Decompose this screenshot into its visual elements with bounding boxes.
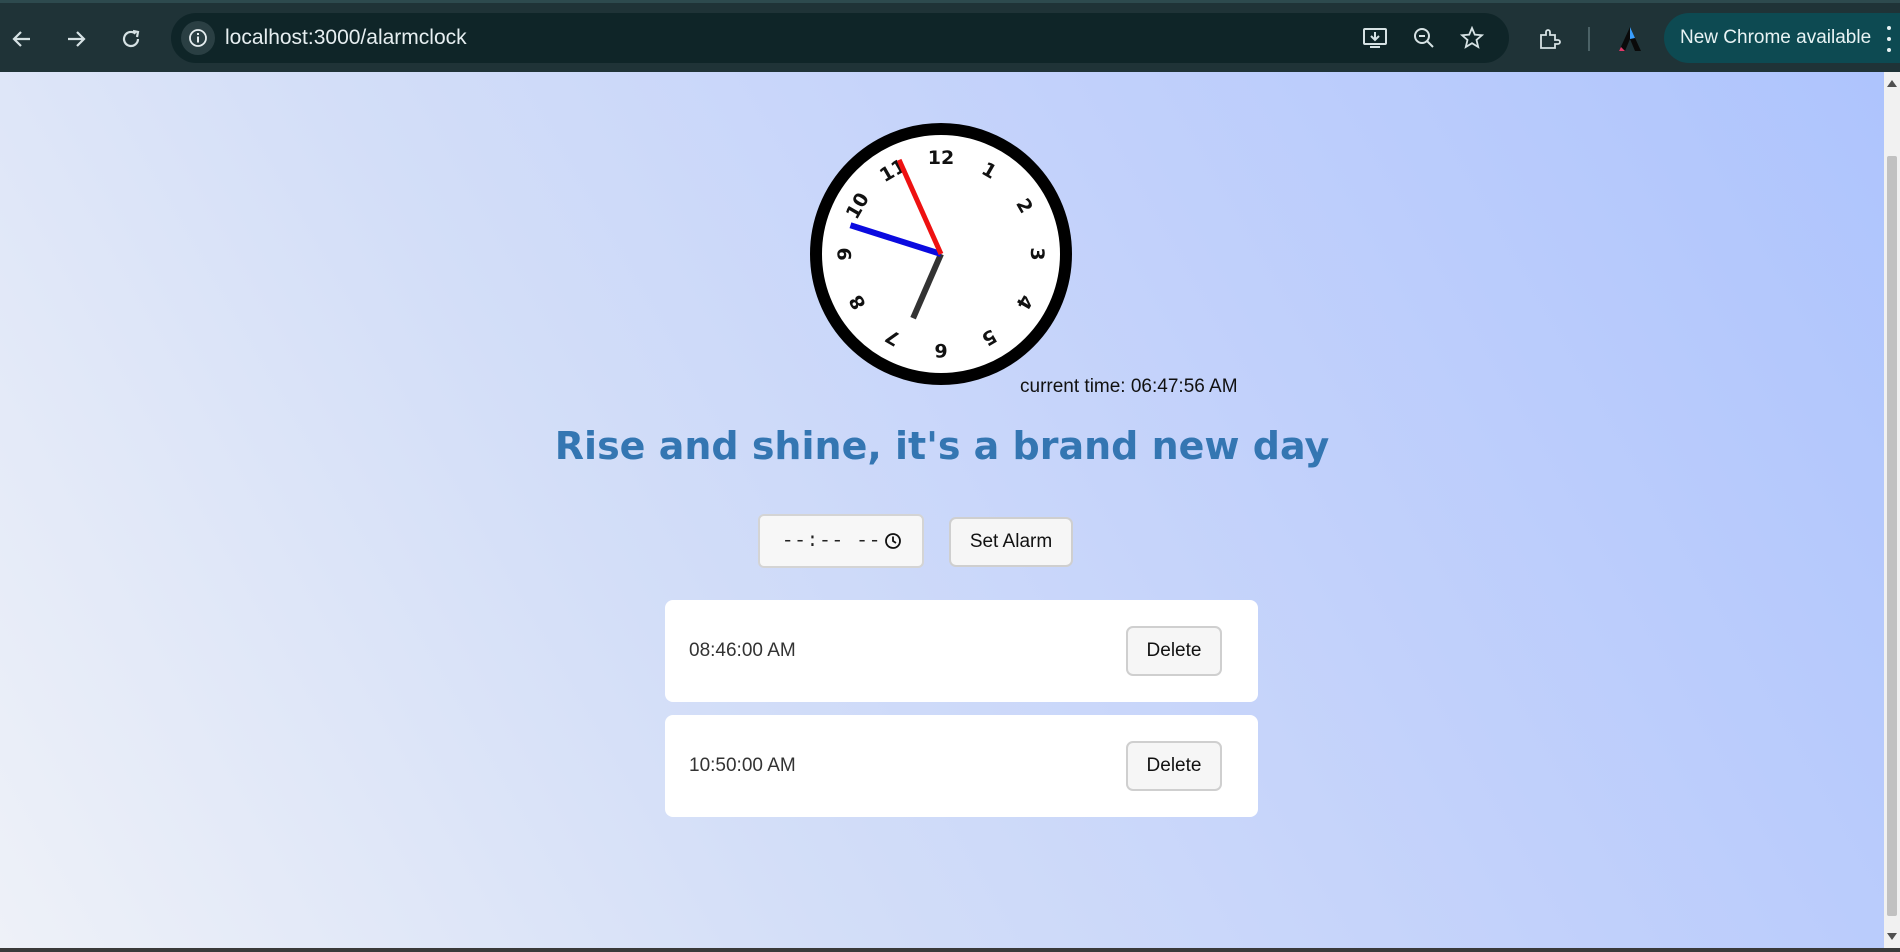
- page-headline: Rise and shine, it's a brand new day: [554, 424, 1330, 468]
- back-arrow-icon[interactable]: [4, 21, 40, 57]
- scrollbar-thumb[interactable]: [1887, 156, 1897, 916]
- bookmark-star-icon[interactable]: [1455, 21, 1489, 55]
- forward-arrow-icon[interactable]: [58, 21, 94, 57]
- clock-icon[interactable]: [884, 532, 902, 556]
- page-content: 12 1 2 3 4 5 6 7 8 9 10 11 current time: 06:47:56 A…: [0, 72, 1884, 948]
- update-label: New Chrome available: [1680, 27, 1872, 48]
- window-bottom-edge: [0, 948, 1900, 952]
- site-info-icon[interactable]: [181, 21, 215, 55]
- url-text[interactable]: localhost:3000/alarmclock: [225, 13, 467, 63]
- clock-numeral: 12: [928, 147, 954, 169]
- browser-toolbar: localhost:3000/alarmclock New Chrome ava…: [0, 0, 1900, 72]
- page-scrollbar[interactable]: [1884, 72, 1900, 948]
- profile-avatar-icon[interactable]: [1612, 21, 1648, 57]
- scroll-up-arrow-icon[interactable]: [1887, 80, 1897, 87]
- set-alarm-button[interactable]: Set Alarm: [949, 517, 1073, 567]
- install-app-icon[interactable]: [1358, 21, 1392, 55]
- scroll-down-arrow-icon[interactable]: [1887, 933, 1897, 940]
- clock-numeral: 9: [834, 247, 856, 260]
- clock-numeral: 6: [934, 339, 947, 361]
- extensions-icon[interactable]: [1531, 21, 1567, 57]
- more-menu-icon[interactable]: [1884, 26, 1894, 52]
- alarm-card: 10:50:00 AM Delete: [665, 715, 1258, 817]
- time-input-value: --:-- --: [782, 530, 882, 552]
- analog-clock: 12 1 2 3 4 5 6 7 8 9 10 11: [808, 121, 1074, 387]
- alarm-time-text: 10:50:00 AM: [689, 755, 796, 776]
- delete-alarm-button[interactable]: Delete: [1126, 626, 1222, 676]
- zoom-icon[interactable]: [1407, 21, 1441, 55]
- alarm-card: 08:46:00 AM Delete: [665, 600, 1258, 702]
- current-time-text: current time: 06:47:56 AM: [1020, 376, 1238, 397]
- alarm-time-text: 08:46:00 AM: [689, 640, 796, 661]
- clock-numeral: 3: [1026, 247, 1048, 260]
- address-bar[interactable]: localhost:3000/alarmclock: [171, 13, 1509, 63]
- toolbar-divider: [1588, 27, 1590, 51]
- alarm-time-input[interactable]: --:-- --: [758, 514, 924, 568]
- delete-alarm-button[interactable]: Delete: [1126, 741, 1222, 791]
- new-chrome-available-button[interactable]: New Chrome available: [1664, 13, 1900, 63]
- reload-icon[interactable]: [113, 21, 149, 57]
- clock-face: 121234567891011: [810, 123, 1072, 385]
